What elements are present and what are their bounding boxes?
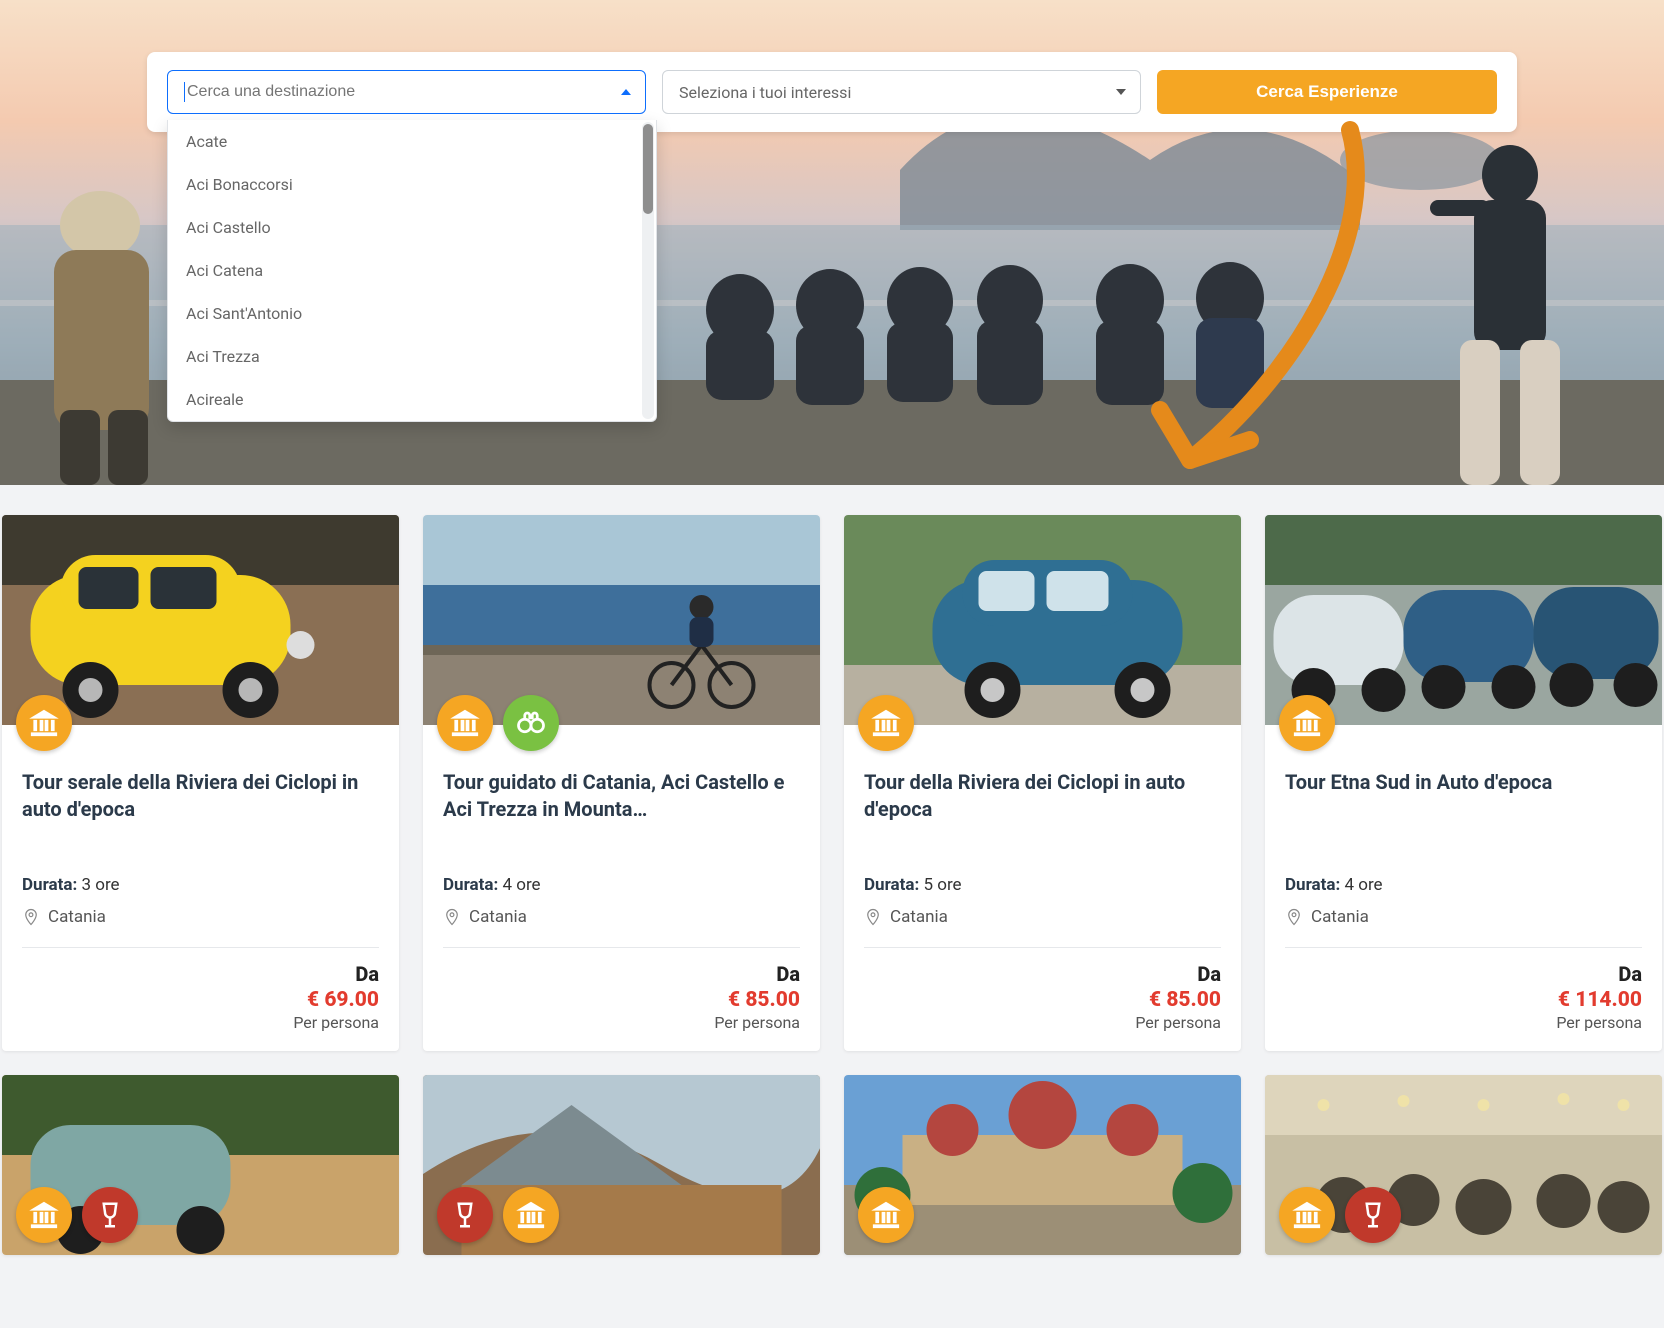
card-location: Catania (443, 907, 800, 927)
card-title: Tour Etna Sud in Auto d'epoca (1285, 769, 1642, 851)
card-image (844, 515, 1241, 725)
card-duration: Durata: 5 ore (864, 875, 1221, 895)
destination-option[interactable]: Aci Bonaccorsi (168, 163, 656, 206)
card-image (2, 1075, 399, 1255)
museum-icon (16, 695, 72, 751)
wine-icon (1345, 1187, 1401, 1243)
destination-option[interactable]: Acireale (168, 378, 656, 421)
pin-icon (443, 908, 461, 926)
card-image (423, 515, 820, 725)
card-location: Catania (864, 907, 1221, 927)
museum-icon (1279, 1187, 1335, 1243)
text-cursor (184, 82, 185, 102)
results-section: Tour serale della Riviera dei Ciclopi in… (0, 485, 1664, 1255)
museum-icon (858, 695, 914, 751)
card-price: Da € 69.00 Per persona (22, 962, 379, 1033)
museum-icon (16, 1187, 72, 1243)
destination-option[interactable]: Aci Castello (168, 206, 656, 249)
destination-option[interactable]: Acate (168, 120, 656, 163)
caret-down-icon (1116, 89, 1126, 95)
card-title: Tour guidato di Catania, Aci Castello e … (443, 769, 800, 851)
destination-input[interactable] (187, 83, 605, 101)
tour-card[interactable]: Tour della Riviera dei Ciclopi in auto d… (844, 515, 1241, 1051)
tour-card[interactable] (2, 1075, 399, 1255)
card-duration: Durata: 3 ore (22, 875, 379, 895)
interests-select[interactable]: Seleziona i tuoi interessi (662, 70, 1141, 114)
destination-option-list: Acate Aci Bonaccorsi Aci Castello Aci Ca… (168, 120, 656, 421)
card-price: Da € 85.00 Per persona (864, 962, 1221, 1033)
pin-icon (22, 908, 40, 926)
tour-card[interactable] (423, 1075, 820, 1255)
destination-option[interactable]: Aci Sant'Antonio (168, 292, 656, 335)
card-price: Da € 85.00 Per persona (443, 962, 800, 1033)
caret-up-icon (621, 89, 631, 95)
search-button[interactable]: Cerca Esperienze (1157, 70, 1497, 114)
tour-card[interactable]: Tour serale della Riviera dei Ciclopi in… (2, 515, 399, 1051)
binoculars-icon (503, 695, 559, 751)
dropdown-scrollbar[interactable] (642, 122, 654, 419)
destination-option[interactable]: Aci Catena (168, 249, 656, 292)
interests-placeholder: Seleziona i tuoi interessi (679, 83, 851, 102)
dropdown-scrollbar-thumb[interactable] (643, 124, 653, 214)
hero: Seleziona i tuoi interessi Cerca Esperie… (0, 0, 1664, 485)
wine-icon (437, 1187, 493, 1243)
card-image (1265, 1075, 1662, 1255)
results-grid-row2 (0, 1075, 1664, 1255)
pin-icon (1285, 908, 1303, 926)
card-image (844, 1075, 1241, 1255)
tour-card[interactable] (844, 1075, 1241, 1255)
museum-icon (437, 695, 493, 751)
card-price: Da € 114.00 Per persona (1285, 962, 1642, 1033)
card-title: Tour serale della Riviera dei Ciclopi in… (22, 769, 379, 851)
card-title: Tour della Riviera dei Ciclopi in auto d… (864, 769, 1221, 851)
card-location: Catania (1285, 907, 1642, 927)
destination-option[interactable]: Aci Trezza (168, 335, 656, 378)
pin-icon (864, 908, 882, 926)
tour-card[interactable]: Tour Etna Sud in Auto d'epoca Durata: 4 … (1265, 515, 1662, 1051)
card-image (1265, 515, 1662, 725)
wine-icon (82, 1187, 138, 1243)
card-image (423, 1075, 820, 1255)
museum-icon (858, 1187, 914, 1243)
card-image (2, 515, 399, 725)
results-grid: Tour serale della Riviera dei Ciclopi in… (0, 515, 1664, 1051)
card-location: Catania (22, 907, 379, 927)
card-duration: Durata: 4 ore (443, 875, 800, 895)
tour-card[interactable] (1265, 1075, 1662, 1255)
tour-card[interactable]: Tour guidato di Catania, Aci Castello e … (423, 515, 820, 1051)
card-duration: Durata: 4 ore (1285, 875, 1642, 895)
museum-icon (1279, 695, 1335, 751)
museum-icon (503, 1187, 559, 1243)
destination-select[interactable] (167, 70, 646, 114)
